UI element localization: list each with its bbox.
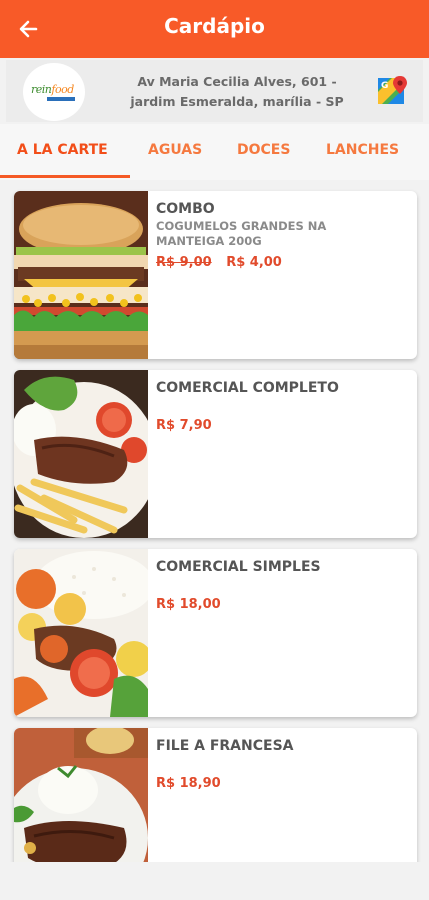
item-price: R$ 18,90 — [156, 776, 221, 791]
item-price: R$ 18,00 — [156, 597, 221, 612]
tab-doces[interactable]: DOCES — [237, 142, 290, 158]
store-info-bar: reinfood Av Maria Cecilia Alves, 601 - j… — [6, 60, 423, 122]
tab-a-la-carte[interactable]: A LA CARTE — [17, 142, 108, 158]
item-price: R$ 4,00 — [226, 255, 282, 270]
tab-lanches[interactable]: LANCHES — [326, 142, 399, 158]
app-bar: Cardápio — [0, 0, 429, 58]
rice-stew-plate-image — [14, 549, 148, 717]
svg-text:G: G — [381, 81, 388, 91]
store-logo-text: reinfood — [31, 83, 74, 96]
active-tab-indicator — [0, 175, 130, 178]
item-name: FILE A FRANCESA — [156, 738, 294, 754]
item-price: R$ 7,90 — [156, 418, 212, 433]
item-name: COMBO — [156, 201, 215, 217]
tab-aguas[interactable]: AGUAS — [148, 142, 202, 158]
menu-item-card[interactable]: COMBO COGUMELOS GRANDES NA MANTEIGA 200G… — [14, 191, 417, 359]
item-prices: R$ 9,00 R$ 4,00 — [156, 255, 282, 270]
menu-item-card[interactable]: COMERCIAL SIMPLES R$ 18,00 — [14, 549, 417, 717]
category-tabs: A LA CARTE AGUAS DOCES LANCHES — [0, 124, 429, 180]
page-title: Cardápio — [164, 14, 265, 38]
store-address: Av Maria Cecilia Alves, 601 - jardim Esm… — [130, 74, 344, 109]
item-old-price: R$ 9,00 — [156, 255, 212, 270]
item-prices: R$ 18,90 — [156, 776, 221, 791]
item-name: COMERCIAL SIMPLES — [156, 559, 321, 575]
google-maps-button[interactable]: G — [376, 74, 410, 106]
item-name: COMERCIAL COMPLETO — [156, 380, 339, 396]
google-maps-icon: G — [378, 76, 407, 104]
item-prices: R$ 18,00 — [156, 597, 221, 612]
burger-image — [14, 191, 148, 359]
bottom-bar — [0, 862, 429, 900]
store-logo: reinfood — [23, 63, 85, 121]
item-description: COGUMELOS GRANDES NA MANTEIGA 200G — [156, 219, 327, 248]
menu-item-card[interactable]: COMERCIAL COMPLETO R$ 7,90 — [14, 370, 417, 538]
steak-fries-plate-image — [14, 370, 148, 538]
item-prices: R$ 7,90 — [156, 418, 212, 433]
